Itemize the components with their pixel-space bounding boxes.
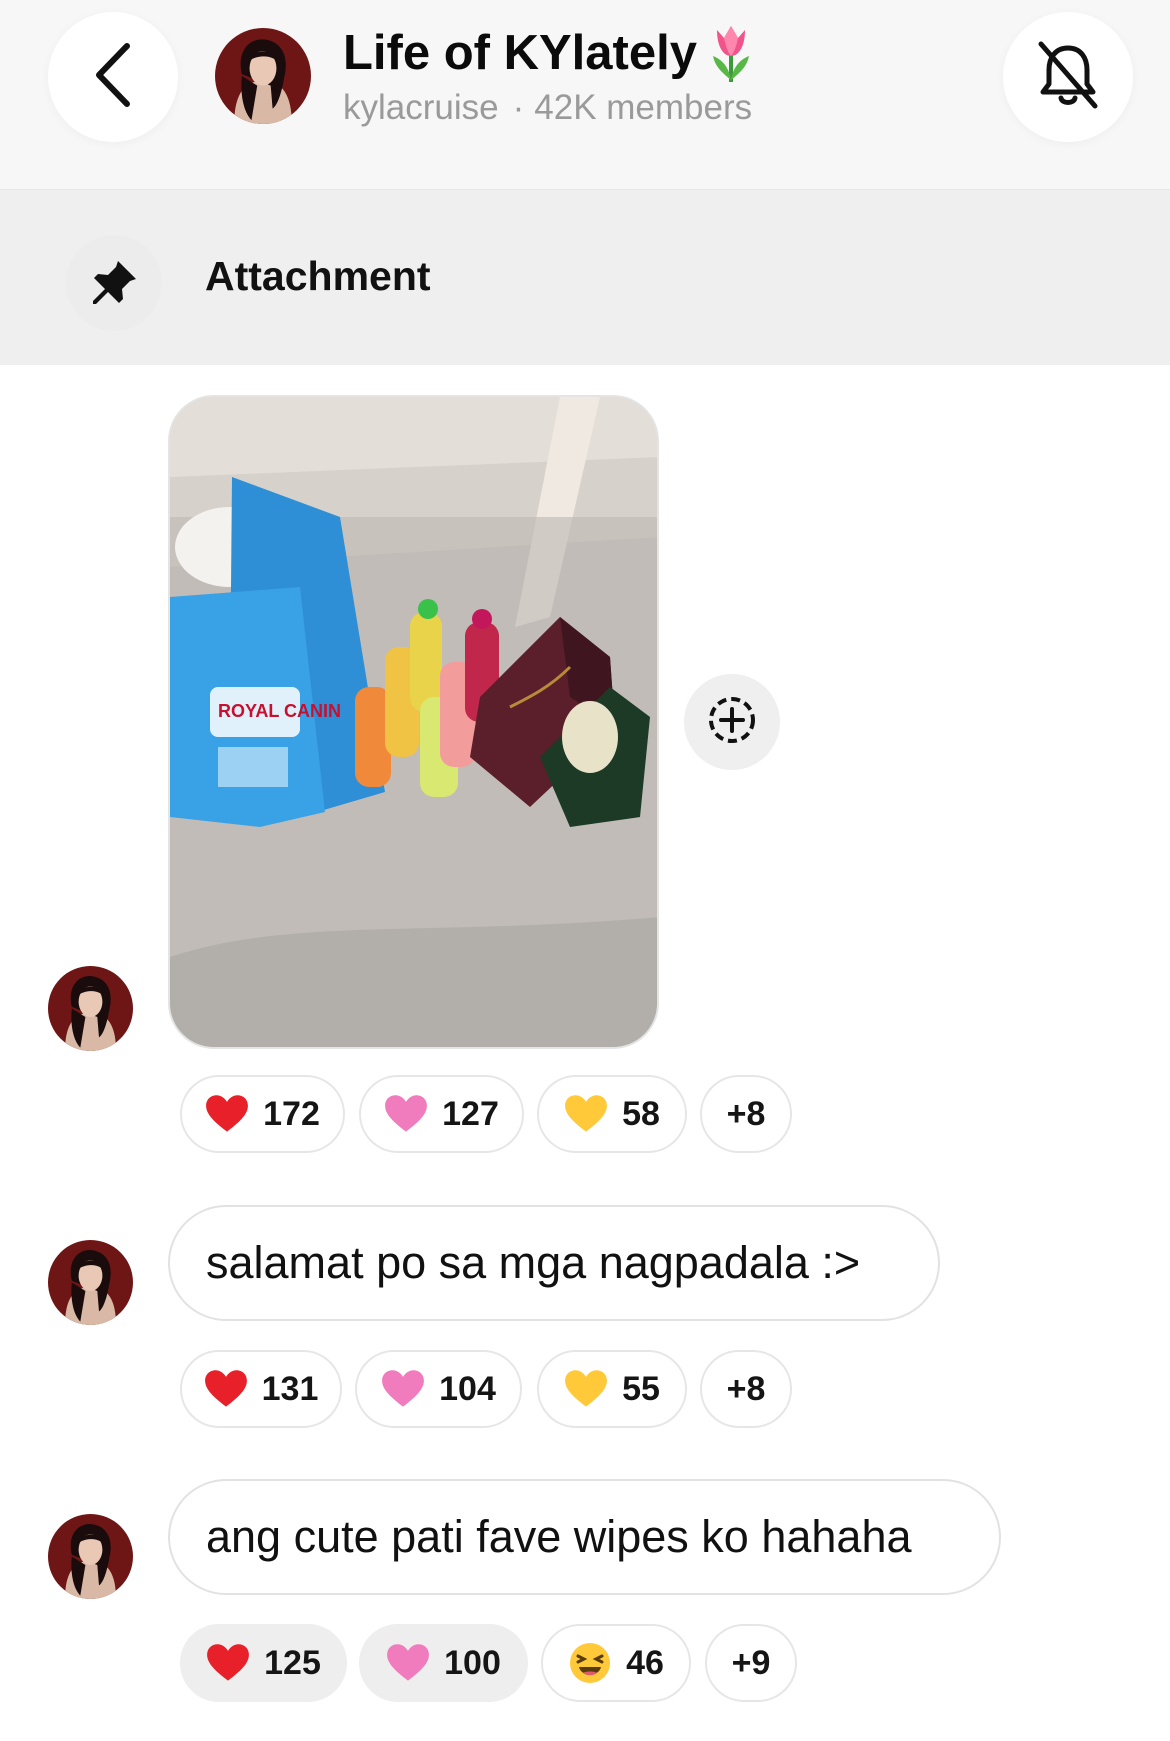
reaction-count: 55 <box>622 1369 660 1408</box>
more-reactions[interactable]: +8 <box>700 1350 792 1428</box>
back-button[interactable] <box>48 12 178 142</box>
more-reactions[interactable]: +9 <box>705 1624 797 1702</box>
tulip-emoji-icon <box>703 22 759 84</box>
svg-text:ROYAL CANIN: ROYAL CANIN <box>218 701 341 721</box>
more-reactions-count: +8 <box>726 1094 766 1133</box>
message-text: salamat po sa mga nagpadala :> <box>206 1237 861 1288</box>
pink-heart-icon <box>386 1643 430 1683</box>
more-reactions[interactable]: +8 <box>700 1075 792 1153</box>
bell-off-icon <box>1033 38 1103 117</box>
share-button[interactable] <box>684 674 780 770</box>
chevron-left-icon <box>89 40 137 115</box>
channel-username: kylacruise <box>343 88 499 127</box>
pin-icon <box>66 235 162 331</box>
separator: · <box>512 88 525 127</box>
sender-avatar[interactable] <box>48 1240 133 1325</box>
reaction-count: 131 <box>261 1369 319 1408</box>
add-reaction-icon <box>706 694 758 751</box>
laughing-face-icon <box>568 1641 612 1685</box>
yellow-heart-icon <box>564 1369 608 1409</box>
shared-photo[interactable]: ROYAL CANIN <box>168 395 659 1049</box>
more-reactions-count: +9 <box>731 1643 771 1682</box>
yellow-heart-icon <box>564 1094 608 1134</box>
reaction-pink-heart[interactable]: 100 <box>359 1624 528 1702</box>
pinned-bar[interactable] <box>0 190 1170 365</box>
reaction-red-heart[interactable]: 172 <box>180 1075 345 1153</box>
channel-avatar[interactable] <box>215 28 311 124</box>
pink-heart-icon <box>381 1369 425 1409</box>
pink-heart-icon <box>384 1094 428 1134</box>
reaction-count: 127 <box>442 1094 499 1133</box>
reaction-count: 58 <box>622 1094 660 1133</box>
reaction-count: 125 <box>264 1643 321 1682</box>
reaction-count: 46 <box>626 1643 664 1682</box>
reaction-pink-heart[interactable]: 104 <box>355 1350 522 1428</box>
more-reactions-count: +8 <box>726 1369 766 1408</box>
reaction-red-heart[interactable]: 131 <box>180 1350 342 1428</box>
message-text: ang cute pati fave wipes ko hahaha <box>206 1511 912 1562</box>
reaction-laughing-face[interactable]: 46 <box>541 1624 691 1702</box>
red-heart-icon <box>205 1094 249 1134</box>
sender-avatar[interactable] <box>48 966 133 1051</box>
sender-avatar[interactable] <box>48 1514 133 1599</box>
channel-title[interactable]: Life of KYlately <box>343 22 759 84</box>
chat-header: Life of KYlately kylacruise · 42K members <box>0 0 1170 190</box>
red-heart-icon <box>204 1369 248 1409</box>
reaction-yellow-heart[interactable]: 55 <box>537 1350 687 1428</box>
channel-subtitle: kylacruise · 42K members <box>343 88 752 128</box>
reaction-count: 104 <box>439 1369 496 1408</box>
reaction-red-heart[interactable]: 125 <box>180 1624 347 1702</box>
reaction-yellow-heart[interactable]: 58 <box>537 1075 687 1153</box>
message-bubble[interactable]: salamat po sa mga nagpadala :> <box>168 1205 940 1321</box>
pinned-label[interactable]: Attachment <box>205 253 431 300</box>
message-bubble[interactable]: ang cute pati fave wipes ko hahaha <box>168 1479 1001 1595</box>
member-count: 42K members <box>534 88 753 127</box>
channel-name: Life of KYlately <box>343 26 697 80</box>
reaction-count: 100 <box>444 1643 501 1682</box>
mute-button[interactable] <box>1003 12 1133 142</box>
reaction-pink-heart[interactable]: 127 <box>359 1075 524 1153</box>
red-heart-icon <box>206 1643 250 1683</box>
reaction-count: 172 <box>263 1094 320 1133</box>
